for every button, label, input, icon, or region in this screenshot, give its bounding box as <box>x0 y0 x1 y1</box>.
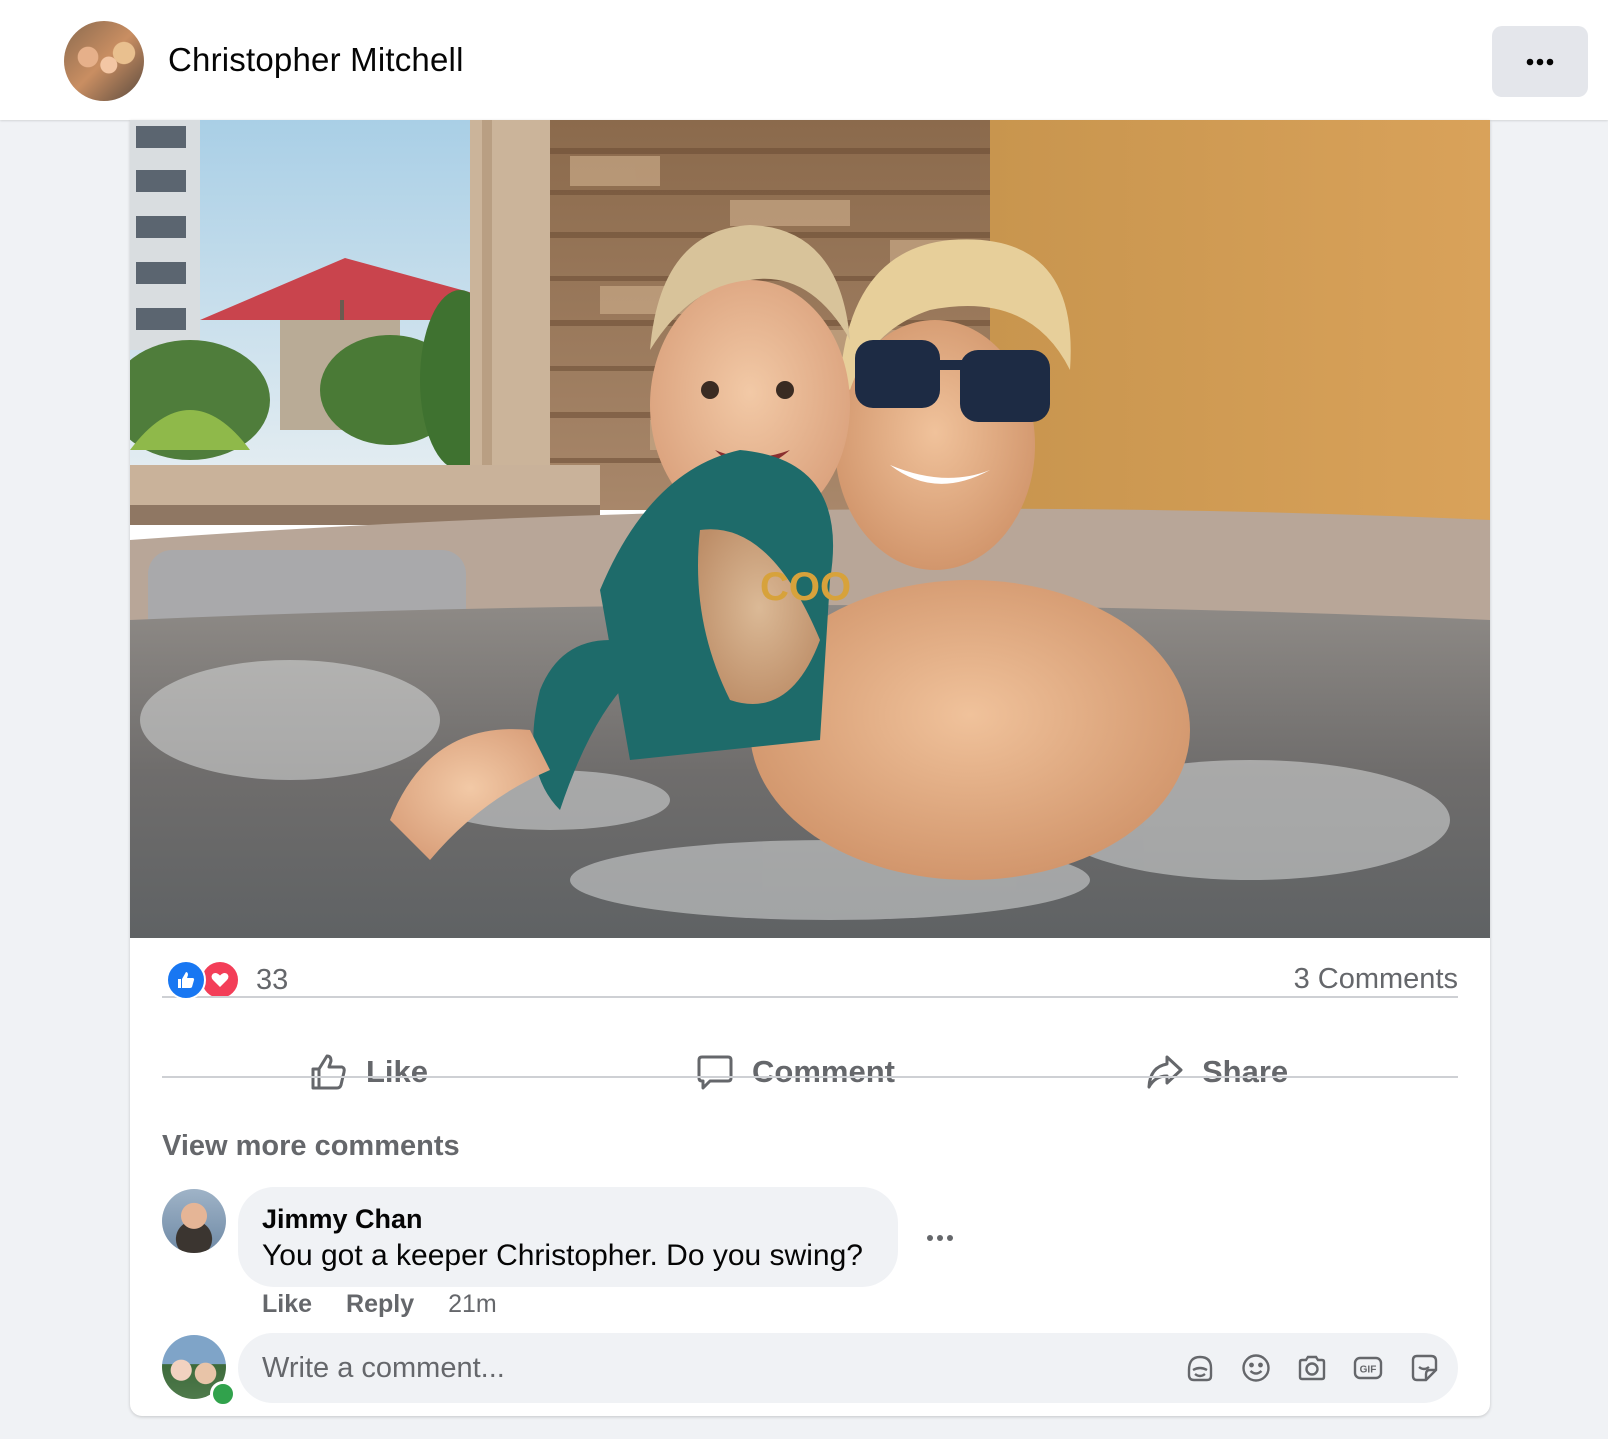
comment-reply-link[interactable]: Reply <box>346 1290 414 1319</box>
divider <box>162 996 1458 998</box>
camera-icon[interactable] <box>1296 1352 1328 1384</box>
share-arrow-icon <box>1147 1055 1183 1089</box>
post-card: COO 33 3 Comments Like Comment Share Vie… <box>130 120 1490 1416</box>
comment-like-link[interactable]: Like <box>262 1290 312 1319</box>
more-options-icon <box>927 1235 953 1241</box>
share-button[interactable]: Share <box>1146 1040 1288 1104</box>
thumbs-up-icon <box>311 1054 346 1090</box>
comment-actions: Like Reply 21m <box>262 1290 497 1319</box>
composer-icons: GIF <box>1184 1333 1440 1403</box>
emoji-icon[interactable] <box>1240 1352 1272 1384</box>
more-options-button[interactable] <box>1492 26 1588 97</box>
love-reaction-icon <box>200 960 240 1000</box>
comment-button[interactable]: Comment <box>696 1040 895 1104</box>
comment-button-label: Comment <box>752 1054 895 1089</box>
more-options-icon <box>1526 58 1554 65</box>
sticker-icon[interactable] <box>1408 1352 1440 1384</box>
post-header: Christopher Mitchell <box>0 0 1608 120</box>
comment-timestamp[interactable]: 21m <box>448 1290 497 1319</box>
like-reaction-icon <box>166 960 206 1000</box>
post-photo[interactable]: COO <box>130 120 1490 938</box>
comment-count[interactable]: 3 Comments <box>1294 963 1458 996</box>
comment-bubble-icon <box>697 1055 733 1090</box>
comment-bubble: Jimmy Chan You got a keeper Christopher.… <box>238 1187 898 1287</box>
like-button-label: Like <box>366 1054 429 1089</box>
comment-text: You got a keeper Christopher. Do you swi… <box>262 1239 863 1272</box>
comment-input[interactable] <box>262 1333 1122 1403</box>
comment-options-button[interactable] <box>918 1224 962 1252</box>
divider <box>162 1076 1458 1078</box>
gif-icon[interactable]: GIF <box>1352 1352 1384 1384</box>
author-name[interactable]: Christopher Mitchell <box>168 41 464 79</box>
svg-text:GIF: GIF <box>1360 1365 1377 1376</box>
avatar-sticker-icon[interactable] <box>1184 1352 1216 1384</box>
author-avatar[interactable] <box>64 21 144 101</box>
reaction-summary[interactable]: 33 <box>166 960 288 1000</box>
online-status-indicator <box>210 1381 236 1407</box>
comment-composer: GIF <box>238 1333 1458 1403</box>
share-button-label: Share <box>1202 1054 1289 1089</box>
svg-text:COO: COO <box>760 565 851 609</box>
like-button[interactable]: Like <box>310 1040 428 1104</box>
view-more-comments-link[interactable]: View more comments <box>162 1130 460 1163</box>
reaction-count: 33 <box>256 963 289 996</box>
commenter-name[interactable]: Jimmy Chan <box>262 1204 423 1235</box>
commenter-avatar[interactable] <box>162 1189 226 1253</box>
